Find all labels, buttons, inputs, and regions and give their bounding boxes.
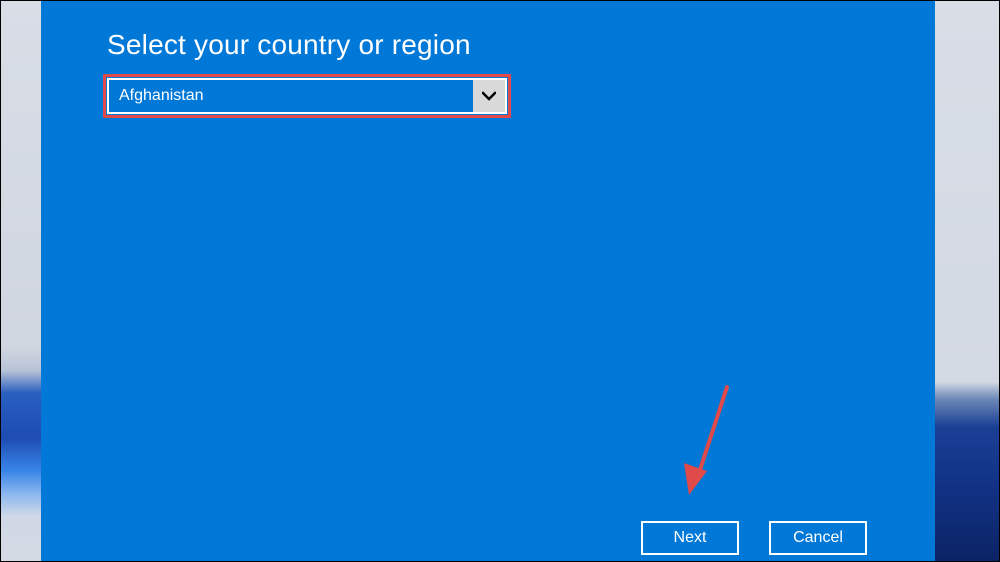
- setup-window: Select your country or region Afghanista…: [41, 1, 935, 561]
- wallpaper-left-edge: [1, 1, 43, 561]
- cancel-button[interactable]: Cancel: [769, 521, 867, 555]
- chevron-down-icon[interactable]: [473, 80, 505, 112]
- next-button[interactable]: Next: [641, 521, 739, 555]
- country-dropdown-value: Afghanistan: [119, 87, 204, 104]
- wallpaper-right-edge: [935, 1, 999, 561]
- screenshot-frame: Select your country or region Afghanista…: [0, 0, 1000, 562]
- country-dropdown[interactable]: Afghanistan: [107, 78, 507, 114]
- page-title: Select your country or region: [107, 29, 471, 60]
